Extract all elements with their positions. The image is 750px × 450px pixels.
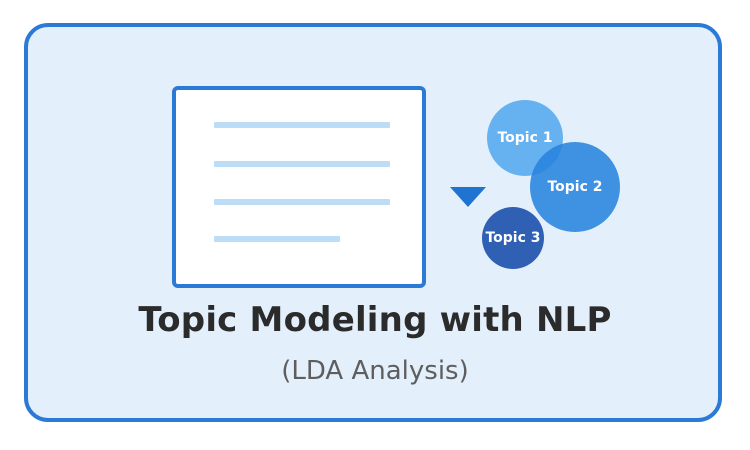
document-icon	[172, 86, 426, 288]
topic-3-bubble: Topic 3	[482, 207, 544, 269]
document-text-line	[214, 236, 340, 242]
topic-1-label: Topic 1	[497, 130, 553, 146]
document-text-line	[214, 161, 390, 167]
topic-3-label: Topic 3	[485, 230, 541, 246]
document-text-line	[214, 199, 390, 205]
diagram-subtitle: (LDA Analysis)	[281, 356, 469, 386]
topic-2-bubble: Topic 2	[530, 142, 620, 232]
arrow-down-icon	[450, 187, 486, 207]
diagram-title: Topic Modeling with NLP	[138, 300, 612, 340]
topic-2-label: Topic 2	[547, 179, 603, 195]
document-text-line	[214, 122, 390, 128]
